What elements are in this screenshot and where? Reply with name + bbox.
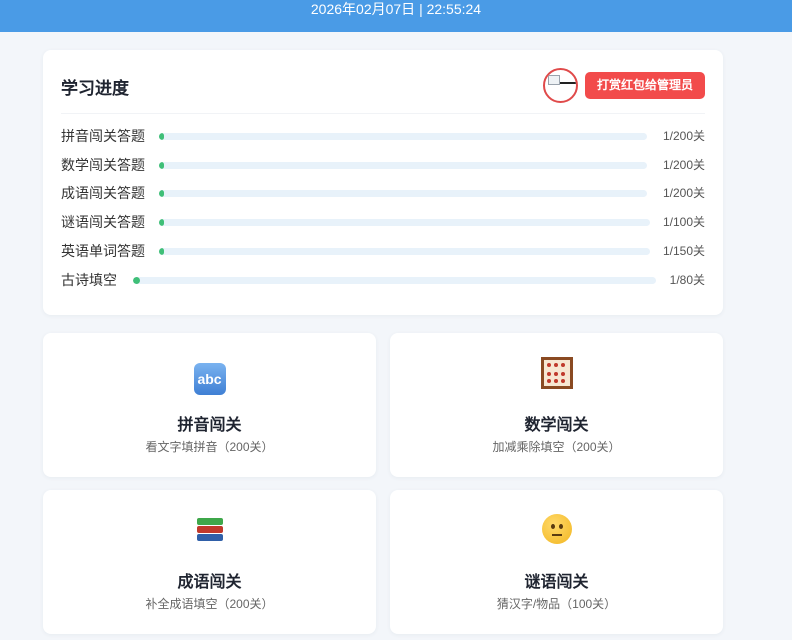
progress-row-label: 成语闯关答题 xyxy=(61,185,145,201)
progress-fill xyxy=(159,162,164,169)
game-description: 看文字填拼音（200关） xyxy=(145,440,274,454)
progress-row-label: 古诗填空 xyxy=(61,272,117,288)
progress-row-label: 谜语闯关答题 xyxy=(61,214,145,230)
progress-fill xyxy=(159,219,164,226)
progress-row-value: 1/100关 xyxy=(662,215,705,229)
game-description: 猜汉字/物品（100关） xyxy=(496,597,617,611)
game-title: 谜语闯关 xyxy=(524,574,589,591)
progress-row-value: 1/200关 xyxy=(662,186,705,200)
game-card-math[interactable]: 数学闯关 加减乘除填空（200关） xyxy=(390,333,723,477)
game-card-idiom[interactable]: 成语闯关 补全成语填空（200关） xyxy=(43,490,376,634)
progress-row-label: 拼音闯关答题 xyxy=(61,128,145,144)
progress-fill xyxy=(159,133,164,140)
progress-fill xyxy=(159,248,164,255)
thinking-face-icon xyxy=(541,514,572,544)
game-title: 拼音闯关 xyxy=(177,417,242,434)
progress-row-label: 英语单词答题 xyxy=(61,243,145,259)
progress-row: 拼音闯关答题 1/200关 xyxy=(61,126,705,146)
game-card-riddle[interactable]: 谜语闯关 猜汉字/物品（100关） xyxy=(390,490,723,634)
progress-row: 数学闯关答题 1/200关 xyxy=(61,155,705,175)
game-card-pinyin[interactable]: abc 拼音闯关 看文字填拼音（200关） xyxy=(43,333,376,477)
admin-avatar[interactable] xyxy=(543,68,578,103)
game-title: 数学闯关 xyxy=(524,417,589,434)
books-icon xyxy=(195,514,225,544)
progress-row-value: 1/200关 xyxy=(662,129,705,143)
progress-track xyxy=(159,248,650,255)
abc-icon: abc xyxy=(193,363,226,395)
progress-track xyxy=(133,277,656,284)
progress-track xyxy=(159,219,650,226)
divider xyxy=(61,113,705,114)
progress-row: 谜语闯关答题 1/100关 xyxy=(61,212,705,232)
top-bar: 2026年02月07日 | 22:55:24 xyxy=(0,0,792,32)
progress-row-label: 数学闯关答题 xyxy=(61,157,145,173)
game-description: 补全成语填空（200关） xyxy=(145,597,274,611)
progress-title: 学习进度 xyxy=(61,79,129,98)
broken-image-icon xyxy=(548,75,560,85)
progress-track xyxy=(159,190,647,197)
abacus-icon xyxy=(540,357,573,389)
progress-row: 英语单词答题 1/150关 xyxy=(61,241,705,261)
progress-row-value: 1/150关 xyxy=(662,244,705,258)
progress-row-value: 1/80关 xyxy=(669,273,705,287)
game-description: 加减乘除填空（200关） xyxy=(492,440,621,454)
progress-row: 成语闯关答题 1/200关 xyxy=(61,183,705,203)
progress-fill xyxy=(133,277,140,284)
progress-card: 学习进度 打赏红包给管理员 拼音闯关答题 1/200关 数学闯关答题 1/200关 成语… xyxy=(43,50,723,315)
progress-fill xyxy=(159,190,164,197)
reward-admin-button[interactable]: 打赏红包给管理员 xyxy=(585,72,705,99)
progress-row: 古诗填空 1/80关 xyxy=(61,270,705,290)
datetime-display: 2026年02月07日 | 22:55:24 xyxy=(310,1,482,17)
progress-track xyxy=(159,162,647,169)
progress-row-value: 1/200关 xyxy=(662,158,705,172)
progress-track xyxy=(159,133,647,140)
game-title: 成语闯关 xyxy=(177,574,242,591)
